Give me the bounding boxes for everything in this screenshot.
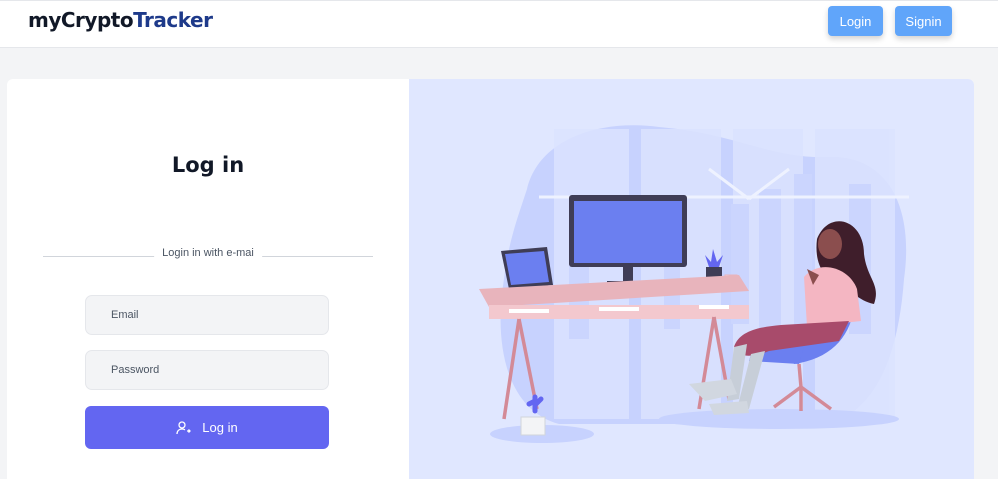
illustration-panel [409,79,974,479]
navbar: myCryptoTracker Login Signin [0,0,998,48]
email-divider: Login in with e-mai [43,247,373,261]
email-field[interactable] [85,295,329,335]
page-title: Log in [171,153,245,177]
login-form-panel: Log in Login in with e-mai Log in [7,79,409,479]
login-card: Log in Login in with e-mai Log in [7,79,974,479]
brand-logo[interactable]: myCryptoTracker [28,8,213,32]
nav-login-button[interactable]: Login [828,6,883,36]
brand-prefix: myCrypto [28,8,134,32]
nav-signin-button[interactable]: Signin [895,6,952,36]
login-submit-label: Log in [202,420,238,435]
user-login-icon [176,420,192,434]
divider-text: Login in with e-mai [154,247,262,259]
login-submit-button[interactable]: Log in [85,406,329,449]
password-field[interactable] [85,350,329,390]
brand-suffix: Tracker [133,8,213,32]
workspace-illustration [479,125,909,443]
